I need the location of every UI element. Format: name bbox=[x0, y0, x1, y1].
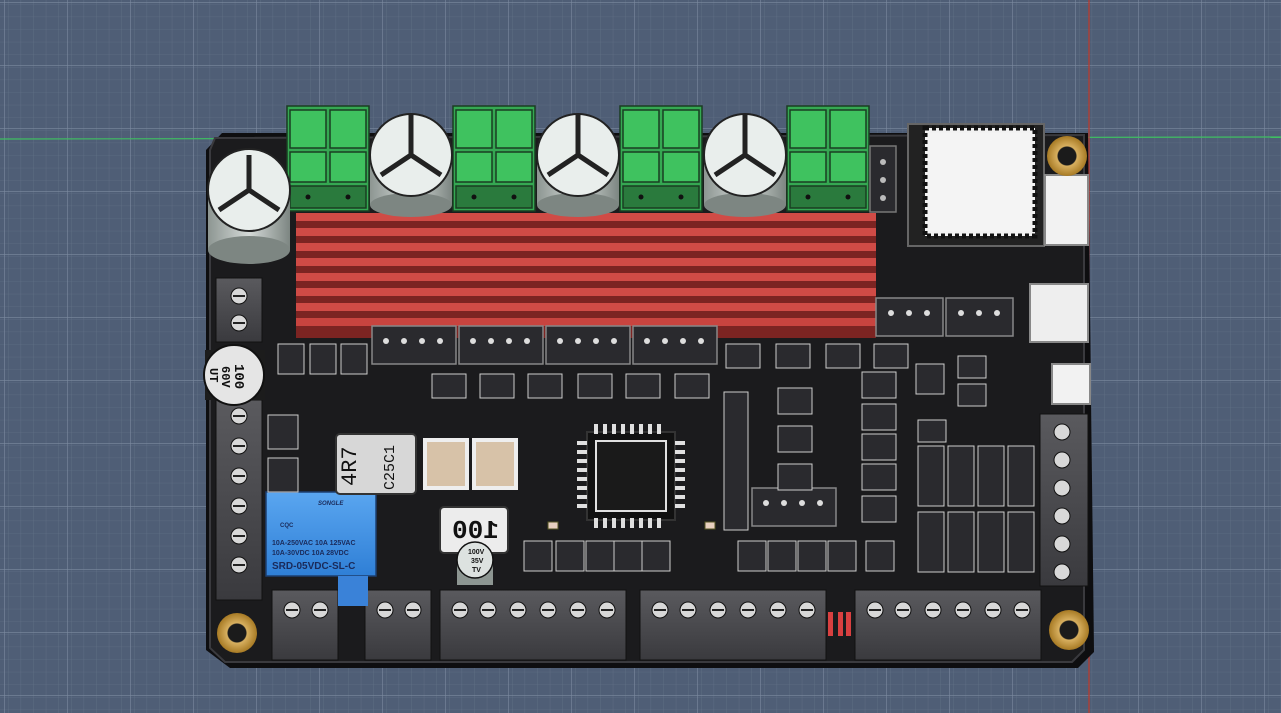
left-terminals bbox=[215, 277, 263, 601]
cap-left bbox=[203, 344, 265, 406]
red-pins bbox=[828, 612, 851, 636]
wifi-module bbox=[907, 123, 1045, 247]
header-3pin-top bbox=[869, 145, 897, 213]
pcb-3d-view bbox=[0, 0, 1281, 713]
mcu-chip bbox=[577, 424, 685, 528]
cap-small bbox=[456, 541, 494, 585]
right-terminal bbox=[1039, 413, 1089, 587]
inductor bbox=[335, 433, 417, 495]
bottom-terminals bbox=[271, 589, 1042, 661]
heatsink bbox=[296, 213, 876, 338]
cad-viewport[interactable]: 4R7 C25C1 100 100 60V UT 100V 35V TV SON… bbox=[0, 0, 1281, 713]
